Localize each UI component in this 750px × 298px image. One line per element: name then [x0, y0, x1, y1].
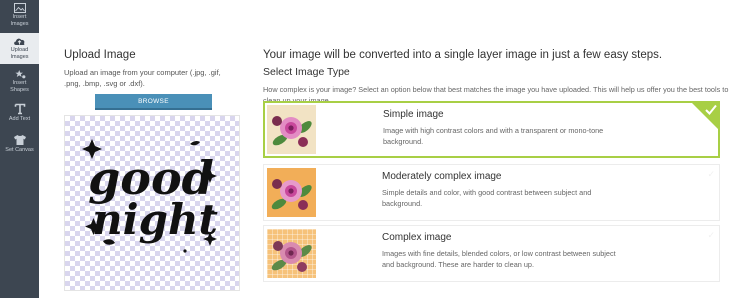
- section-title: Select Image Type: [263, 66, 350, 78]
- upload-title: Upload Image: [64, 49, 136, 61]
- sidebar-item-set-canvas[interactable]: Set Canvas: [0, 131, 39, 161]
- unselected-check-icon: ✓: [707, 169, 715, 179]
- sidebar-item-add-text[interactable]: Add Text: [0, 100, 39, 130]
- option-description: Simple details and color, with good cont…: [382, 188, 592, 208]
- lettering-night: night: [92, 195, 218, 244]
- option-title: Complex image: [382, 232, 452, 243]
- browse-button[interactable]: BROWSE: [95, 94, 212, 110]
- image-preview: good night: [64, 115, 240, 291]
- image-icon: [13, 3, 26, 13]
- option-title: Simple image: [383, 109, 444, 120]
- page-title: Your image will be converted into a sing…: [263, 49, 663, 61]
- sidebar-item-label: Set Canvas: [5, 147, 34, 153]
- option-moderately-complex-image[interactable]: Moderately complex image Simple details …: [263, 164, 720, 221]
- option-description: Images with fine details, blended colors…: [382, 249, 616, 269]
- sidebar-item-upload-images[interactable]: Upload Images: [0, 33, 39, 64]
- good-night-lettering-image: good night: [82, 139, 218, 253]
- sidebar-item-label: Images: [10, 54, 29, 60]
- shapes-icon: [14, 70, 25, 79]
- sidebar-item-label: Shapes: [10, 87, 29, 93]
- shirt-icon: [13, 135, 26, 145]
- option-simple-image[interactable]: Simple image Image with high contrast co…: [263, 101, 720, 158]
- text-icon: [14, 103, 25, 115]
- moderately-complex-image-thumbnail: [267, 168, 316, 217]
- unselected-check-icon: ✓: [707, 230, 715, 240]
- sidebar-item-label: Add Text: [8, 116, 31, 122]
- option-description: Image with high contrast colors and with…: [383, 126, 604, 146]
- complex-image-thumbnail: [267, 229, 316, 278]
- option-complex-image[interactable]: Complex image Images with fine details, …: [263, 225, 720, 282]
- sidebar-item-insert-images[interactable]: Insert Images: [0, 0, 39, 30]
- sidebar: Insert Images Upload Images Insert Shape…: [0, 0, 39, 298]
- sidebar-item-label: Insert: [12, 14, 27, 20]
- sidebar-item-label: Upload: [10, 47, 29, 53]
- sidebar-item-label: Images: [10, 21, 29, 27]
- upload-cloud-icon: [14, 38, 25, 45]
- simple-image-thumbnail: [267, 105, 316, 154]
- sidebar-item-insert-shapes[interactable]: Insert Shapes: [0, 66, 39, 96]
- sidebar-item-label: Insert: [12, 80, 27, 86]
- selected-check-icon: [690, 101, 720, 131]
- upload-description: Upload an image from your computer (.jpg…: [64, 68, 221, 88]
- option-title: Moderately complex image: [382, 171, 502, 182]
